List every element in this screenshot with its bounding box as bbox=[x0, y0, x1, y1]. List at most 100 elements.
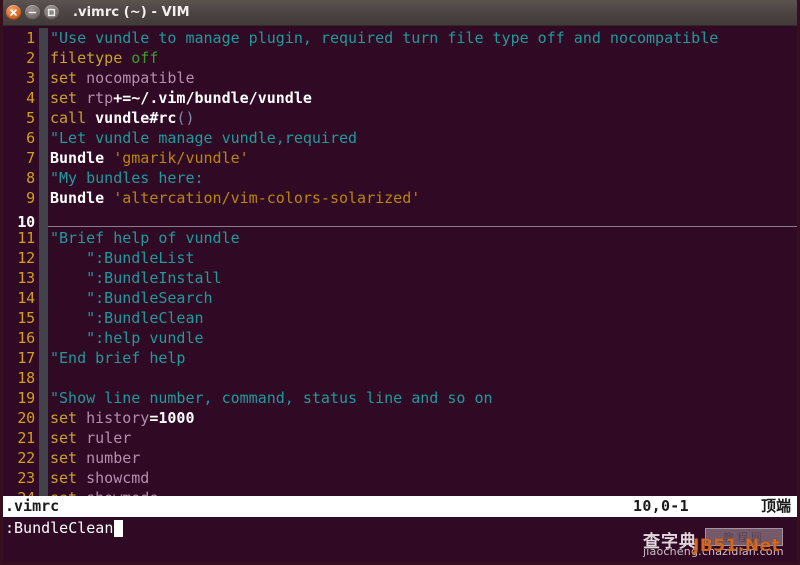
line-content[interactable]: "End brief help bbox=[48, 348, 797, 368]
editor-line[interactable]: 20 set history=1000 bbox=[3, 408, 797, 428]
window-title: .vimrc (~) - VIM bbox=[73, 5, 190, 20]
editor-line[interactable]: 1 "Use vundle to manage plugin, required … bbox=[3, 28, 797, 48]
fold-column bbox=[39, 488, 48, 496]
line-content[interactable]: ":help vundle bbox=[48, 328, 797, 348]
fold-column bbox=[39, 428, 48, 448]
line-number: 8 bbox=[26, 169, 35, 187]
line-content[interactable]: set nocompatible bbox=[48, 68, 797, 88]
line-content[interactable]: set rtp+=~/.vim/bundle/vundle bbox=[48, 88, 797, 108]
token-paren: () bbox=[176, 109, 195, 127]
line-content[interactable]: Bundle 'gmarik/vundle' bbox=[48, 148, 797, 168]
line-content[interactable]: ":BundleClean bbox=[48, 308, 797, 328]
line-content[interactable]: set showmode bbox=[48, 488, 797, 496]
editor-line[interactable]: 21 set ruler bbox=[3, 428, 797, 448]
fold-column bbox=[39, 108, 48, 128]
vim-text-area[interactable]: 1 "Use vundle to manage plugin, required … bbox=[3, 26, 797, 496]
line-number: 21 bbox=[17, 429, 35, 447]
token-stmt: filetype bbox=[50, 49, 132, 67]
line-content[interactable]: "Let vundle manage vundle,required bbox=[48, 128, 797, 148]
line-content[interactable]: set history=1000 bbox=[48, 408, 797, 428]
line-number: 6 bbox=[26, 129, 35, 147]
line-content[interactable]: set number bbox=[48, 448, 797, 468]
line-content[interactable]: ":BundleList bbox=[48, 248, 797, 268]
token-stmt: set bbox=[50, 489, 86, 496]
editor-line[interactable]: 10 bbox=[3, 208, 797, 231]
fold-column bbox=[39, 448, 48, 468]
token-const: off bbox=[131, 49, 159, 67]
status-cursor-position: 10,0-1 bbox=[632, 497, 689, 515]
line-content[interactable]: filetype off bbox=[48, 48, 797, 68]
fold-column bbox=[39, 228, 48, 248]
editor-line[interactable]: 13 ":BundleInstall bbox=[3, 268, 797, 288]
editor-line[interactable]: 18 bbox=[3, 368, 797, 388]
close-button[interactable] bbox=[6, 5, 21, 20]
watermark-url: jiaocheng.chazidian.com bbox=[643, 545, 784, 558]
fold-column bbox=[39, 68, 48, 88]
token-text: +=~/.vim/bundle/vundle bbox=[113, 89, 312, 107]
editor-line[interactable]: 23 set showcmd bbox=[3, 468, 797, 488]
editor-line[interactable]: 2 filetype off bbox=[3, 48, 797, 68]
line-number: 23 bbox=[17, 469, 35, 487]
watermark-overlay-text: JB51.Net bbox=[693, 536, 781, 556]
line-number: 9 bbox=[26, 189, 35, 207]
line-content[interactable]: set ruler bbox=[48, 428, 797, 448]
line-content[interactable]: set showcmd bbox=[48, 468, 797, 488]
token-stmt: call bbox=[50, 109, 96, 127]
line-number: 18 bbox=[17, 369, 35, 387]
editor-line[interactable]: 16 ":help vundle bbox=[3, 328, 797, 348]
window-titlebar: .vimrc (~) - VIM bbox=[3, 0, 797, 26]
editor-line[interactable]: 24 set showmode bbox=[3, 488, 797, 496]
fold-column bbox=[39, 308, 48, 328]
line-content[interactable]: ":BundleInstall bbox=[48, 268, 797, 288]
line-content[interactable]: ":BundleSearch bbox=[48, 288, 797, 308]
token-comment: "My bundles here: bbox=[50, 169, 204, 187]
fold-column bbox=[39, 388, 48, 408]
token-stmt: set bbox=[50, 69, 87, 87]
line-content[interactable]: "Use vundle to manage plugin, required t… bbox=[48, 28, 797, 48]
fold-column bbox=[39, 348, 48, 368]
editor-line[interactable]: 14 ":BundleSearch bbox=[3, 288, 797, 308]
fold-column bbox=[39, 28, 48, 48]
editor-line[interactable]: 4 set rtp+=~/.vim/bundle/vundle bbox=[3, 88, 797, 108]
fold-column bbox=[39, 128, 48, 148]
fold-column bbox=[39, 468, 48, 488]
line-content[interactable]: Bundle 'altercation/vim-colors-solarized… bbox=[48, 188, 797, 208]
command-line-cursor bbox=[114, 519, 124, 537]
line-number: 13 bbox=[17, 269, 35, 287]
editor-line[interactable]: 3 set nocompatible bbox=[3, 68, 797, 88]
line-number: 11 bbox=[17, 229, 35, 247]
line-content[interactable]: "Brief help of vundle bbox=[48, 228, 797, 248]
line-number: 20 bbox=[17, 409, 35, 427]
token-comment: "Brief help of vundle bbox=[50, 229, 240, 247]
minimize-button[interactable] bbox=[25, 5, 40, 20]
editor-line[interactable]: 8 "My bundles here: bbox=[3, 168, 797, 188]
editor-line[interactable]: 17 "End brief help bbox=[3, 348, 797, 368]
line-content[interactable]: call vundle#rc() bbox=[48, 108, 797, 128]
vim-status-line: .vimrc 10,0-1 顶端 bbox=[3, 496, 797, 517]
editor-line[interactable]: 19 "Show line number, command, status lin… bbox=[3, 388, 797, 408]
line-number: 15 bbox=[17, 309, 35, 327]
line-content[interactable]: "My bundles here: bbox=[48, 168, 797, 188]
maximize-button[interactable] bbox=[44, 5, 59, 20]
line-content[interactable]: "Show line number, command, status line … bbox=[48, 388, 797, 408]
vim-terminal-window: .vimrc (~) - VIM 1 "Use vundle to manage … bbox=[0, 0, 800, 565]
vim-command-line[interactable]: :BundleClean bbox=[3, 517, 797, 539]
line-number: 16 bbox=[17, 329, 35, 347]
line-number: 14 bbox=[17, 289, 35, 307]
token-comment: ":help vundle bbox=[50, 329, 204, 347]
line-content[interactable] bbox=[48, 208, 797, 227]
fold-column bbox=[39, 288, 48, 308]
token-comment: ":BundleList bbox=[50, 249, 195, 267]
editor-line[interactable]: 15 ":BundleClean bbox=[3, 308, 797, 328]
editor-line[interactable]: 7 Bundle 'gmarik/vundle' bbox=[3, 148, 797, 168]
editor-line[interactable]: 22 set number bbox=[3, 448, 797, 468]
editor-line[interactable]: 11 "Brief help of vundle bbox=[3, 228, 797, 248]
editor-line[interactable]: 6 "Let vundle manage vundle,required bbox=[3, 128, 797, 148]
fold-column bbox=[39, 248, 48, 268]
editor-line[interactable]: 9 Bundle 'altercation/vim-colors-solarize… bbox=[3, 188, 797, 208]
editor-line[interactable]: 5 call vundle#rc() bbox=[3, 108, 797, 128]
token-comment: ":BundleSearch bbox=[50, 289, 213, 307]
token-stmt: set bbox=[50, 429, 87, 447]
editor-line[interactable]: 12 ":BundleList bbox=[3, 248, 797, 268]
command-line-text: :BundleClean bbox=[5, 519, 114, 537]
